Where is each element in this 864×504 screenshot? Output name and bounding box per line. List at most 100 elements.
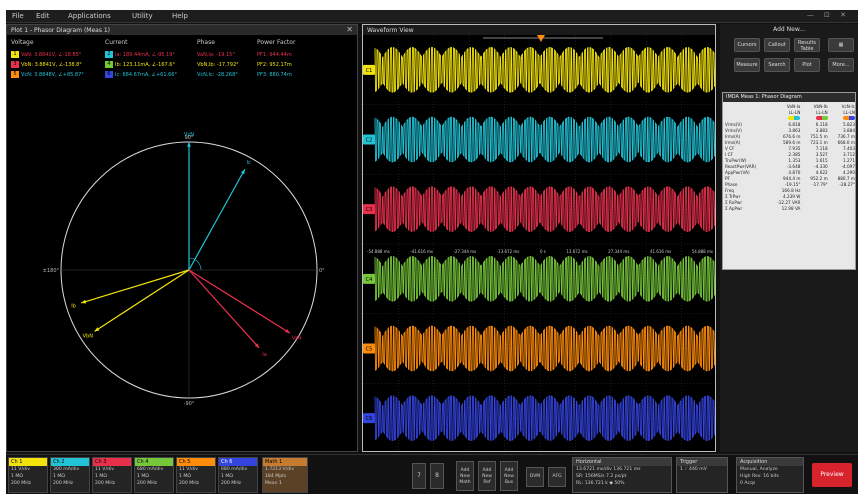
waveform-title-bar: Waveform View bbox=[363, 25, 715, 35]
waveform-trace bbox=[374, 325, 715, 372]
channel-name: Ch 4 bbox=[135, 458, 173, 466]
measure-button[interactable]: Measure bbox=[734, 58, 760, 72]
add-new-bus-button[interactable]: Add New Bus bbox=[500, 461, 518, 491]
waveform-plot[interactable]: C1 C2 C3 C4 C5 C6 bbox=[363, 35, 716, 452]
cell-value bbox=[830, 206, 857, 212]
acquisition-settings-box[interactable]: Acquisition Manual, Analyze High Res: 16… bbox=[736, 457, 804, 493]
channel-impedance: 1 MΩ bbox=[95, 474, 107, 479]
waveform-trace bbox=[374, 255, 715, 302]
menu-utility[interactable]: Utility bbox=[132, 12, 153, 20]
time-label: 54.888 ms bbox=[691, 249, 713, 254]
column-header: VaN-Ia LL-LN bbox=[786, 104, 801, 115]
cell-value bbox=[802, 206, 829, 212]
channel-4-badge[interactable]: Ch 4 680 mA/div 1 MΩ 200 MHz bbox=[134, 457, 174, 493]
menu-file[interactable]: File bbox=[12, 12, 24, 20]
time-label: -27.344 ms bbox=[453, 249, 477, 254]
close-icon[interactable]: ✕ bbox=[346, 25, 353, 34]
math-name: Math 1 bbox=[263, 458, 307, 466]
results-table-button[interactable]: Results Table bbox=[794, 38, 820, 52]
phasor-row-current-1: 2 Ia: 189.44mA, ∠-95.19° bbox=[105, 51, 175, 58]
channel-7-button[interactable]: 7 bbox=[412, 463, 426, 489]
channel-bandwidth: 200 MHz bbox=[53, 481, 74, 486]
cursors-button[interactable]: Cursors bbox=[734, 38, 760, 52]
horizontal-title: Horizontal bbox=[573, 458, 671, 466]
channel-1-badge[interactable]: Ch 1 11 V/div 1 MΩ 200 MHz bbox=[8, 457, 48, 493]
time-label: -41.616 ms bbox=[410, 249, 433, 254]
channel-5-badge[interactable]: Ch 5 11 V/div 1 MΩ 200 MHz bbox=[176, 457, 216, 493]
vector-label: Ia bbox=[262, 352, 267, 358]
callout-button[interactable]: Callout bbox=[764, 38, 790, 52]
scope-screen: File Edit Applications Utility Help — ⊡ … bbox=[6, 10, 858, 494]
time-label: 27.344 ms bbox=[608, 249, 630, 254]
channel-impedance: 1 MΩ bbox=[137, 474, 149, 479]
more-button[interactable]: More... bbox=[828, 58, 854, 72]
measurement-results-box: IMDA Meas 1: Phasor Diagram VaN-Ia LL-LN … bbox=[722, 92, 856, 270]
waveform-view-panel: Waveform View C1 C2 C3 C4 C5 C6 -54.888 ms -4… bbox=[362, 24, 716, 452]
measurement-title: IMDA Meas 1: Phasor Diagram bbox=[723, 93, 855, 102]
voltage-value: VbN: 3.8841V, ∠-138.8° bbox=[21, 62, 82, 68]
channel-2-badge[interactable]: Ch 2 300 mA/div 1 MΩ 200 MHz bbox=[50, 457, 90, 493]
afg-button[interactable]: AFG bbox=[548, 467, 566, 487]
channel-badge: 1 bbox=[11, 51, 19, 58]
time-axis-labels: -54.888 ms -41.616 ms -27.344 ms -13.672… bbox=[367, 249, 713, 254]
phasor-vector bbox=[188, 168, 246, 271]
channel-badge: 6 bbox=[105, 71, 113, 78]
phasor-row-voltage-3: 5 VcN: 3.8848V, ∠+85.87° bbox=[11, 71, 84, 78]
phasor-vector bbox=[188, 269, 291, 334]
header-power-factor: Power Factor bbox=[257, 39, 296, 46]
search-button[interactable]: Search bbox=[764, 58, 790, 72]
cell-value: 12.98 VA bbox=[781, 206, 801, 211]
channel-badge: 3 bbox=[11, 61, 19, 68]
channel-marker-label: C2 bbox=[366, 138, 373, 144]
window-controls[interactable]: — ⊡ ✕ bbox=[807, 11, 850, 19]
waveform-trace bbox=[374, 46, 715, 93]
row-label: Σ ApPwr bbox=[725, 206, 743, 211]
time-label: 0 s bbox=[539, 249, 546, 254]
trigger-settings-box[interactable]: Trigger 1 ⟋ 440 mV bbox=[676, 457, 728, 493]
network-icon[interactable]: ▦ bbox=[828, 38, 854, 52]
power-factor-value: PF3: 880.74m bbox=[257, 72, 292, 78]
channel-scale: 11 V/div bbox=[95, 467, 114, 472]
phasor-diagram-panel: 90° -90° ±180° 0° VcN Ic Ib VbN VaN Ia Plot 1 - P… bbox=[6, 24, 358, 452]
dvm-button[interactable]: DVM bbox=[526, 467, 544, 487]
current-value: Ic: 684.67mA, ∠+61.66° bbox=[115, 72, 177, 78]
menu-edit[interactable]: Edit bbox=[36, 12, 50, 20]
channel-6-badge[interactable]: Ch 6 680 mA/div 1 MΩ 200 MHz bbox=[218, 457, 258, 493]
add-new-title: Add New... bbox=[773, 26, 805, 33]
channel-marker-label: C3 bbox=[366, 207, 373, 213]
math-source: Mean 1 bbox=[265, 481, 282, 486]
vector-label: VbN bbox=[83, 334, 94, 340]
axis-angle-label: 0° bbox=[319, 268, 325, 274]
vector-label: Ic bbox=[247, 160, 251, 166]
channel-impedance: 1 MΩ bbox=[11, 474, 23, 479]
channel-bandwidth: 200 MHz bbox=[221, 481, 242, 486]
time-label: 41.616 ms bbox=[649, 249, 672, 254]
menu-bar: File Edit Applications Utility Help — ⊡ … bbox=[6, 10, 858, 23]
add-new-ref-button[interactable]: Add New Ref bbox=[478, 461, 496, 491]
time-label: -54.888 ms bbox=[367, 249, 390, 254]
phasor-row-voltage-1: 1 VaN: 3.8841V, ∠-18.85° bbox=[11, 51, 81, 58]
phasor-vector bbox=[94, 269, 190, 332]
header-phase: Phase bbox=[197, 39, 215, 46]
acquisition-title: Acquisition bbox=[737, 458, 803, 466]
add-new-math-button[interactable]: Add New Math bbox=[456, 461, 474, 491]
plot-button[interactable]: Plot bbox=[794, 58, 820, 72]
horizontal-settings-box[interactable]: Horizontal 13.6721 ms/div 136.721 ms SR:… bbox=[572, 457, 672, 493]
channel-name: Ch 2 bbox=[51, 458, 89, 466]
math-1-badge[interactable]: Math 1 1.7213 V/div 184 Mpts Mean 1 bbox=[262, 457, 308, 493]
channel-scale: 11 V/div bbox=[179, 467, 198, 472]
channel-impedance: 1 MΩ bbox=[179, 474, 191, 479]
waveform-trace bbox=[374, 116, 715, 163]
channel-badge: 5 bbox=[11, 71, 19, 78]
menu-applications[interactable]: Applications bbox=[68, 12, 111, 20]
channel-scale: 680 mA/div bbox=[137, 467, 164, 472]
channel-8-button[interactable]: 8 bbox=[430, 463, 444, 489]
power-factor-value: PF2: 952.17m bbox=[257, 62, 292, 68]
channel-scale: 300 mA/div bbox=[53, 467, 80, 472]
phasor-row-voltage-2: 3 VbN: 3.8841V, ∠-138.8° bbox=[11, 61, 82, 68]
header-voltage: Voltage bbox=[11, 39, 34, 46]
channel-3-badge[interactable]: Ch 3 11 V/div 1 MΩ 200 MHz bbox=[92, 457, 132, 493]
menu-help[interactable]: Help bbox=[172, 12, 188, 20]
table-header-row: VaN-Ia LL-LN VbN-Ib LL-LN VcN-Ic LL-LN bbox=[723, 104, 857, 116]
preview-button[interactable]: Preview bbox=[812, 463, 852, 487]
